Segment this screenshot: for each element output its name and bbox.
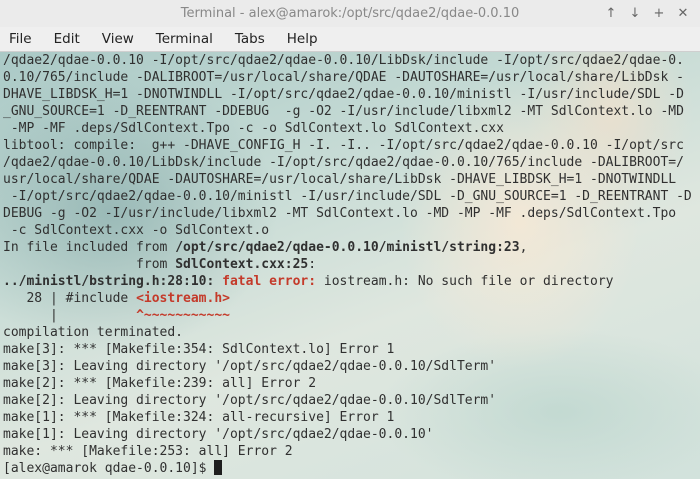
- terminal-text: _GNU_SOURCE=1 -D_REENTRANT -DDEBUG -g -O…: [3, 104, 684, 119]
- terminal-line: DEBUG -g -O2 -I/usr/include/libxml2 -MT …: [3, 205, 692, 222]
- terminal-text: |: [3, 308, 137, 323]
- terminal-output-area[interactable]: /qdae2/qdae-0.0.10 -I/opt/src/qdae2/qdae…: [0, 52, 700, 479]
- maximize-button[interactable]: +: [652, 6, 666, 21]
- terminal-text: DHAVE_LIBDSK_H=1 -DNOTWINDLL -I/opt/src/…: [3, 87, 684, 102]
- terminal-line: | ^~~~~~~~~~~~: [3, 307, 692, 324]
- terminal-text: 28 | #include: [3, 291, 137, 306]
- terminal-text: from: [3, 257, 176, 272]
- terminal-text: iostream.h: No such file or directory: [323, 274, 614, 289]
- terminal-line: make[1]: *** [Makefile:324: all-recursiv…: [3, 409, 692, 426]
- terminal-text: make[1]: Leaving directory '/opt/src/qda…: [3, 427, 434, 442]
- terminal-text: /opt/src/qdae2/qdae-0.0.10/ministl/strin…: [175, 240, 520, 255]
- terminal-line: _GNU_SOURCE=1 -D_REENTRANT -DDEBUG -g -O…: [3, 103, 692, 120]
- terminal-line: make[3]: Leaving directory '/opt/src/qda…: [3, 358, 692, 375]
- terminal-text: libtool: compile: g++ -DHAVE_CONFIG_H -I…: [3, 138, 684, 153]
- error-text: <iostream.h>: [136, 291, 230, 306]
- terminal-line: -c SdlContext.cxx -o SdlContext.o: [3, 222, 692, 239]
- terminal-text: make[3]: *** [Makefile:354: SdlContext.l…: [3, 342, 395, 357]
- terminal-text: SdlContext.cxx:25: [175, 257, 309, 272]
- terminal-text: ,: [519, 240, 528, 255]
- terminal-output: /qdae2/qdae-0.0.10 -I/opt/src/qdae2/qdae…: [3, 52, 692, 477]
- terminal-line: make[2]: Leaving directory '/opt/src/qda…: [3, 392, 692, 409]
- terminal-text: -c SdlContext.cxx -o SdlContext.o: [3, 223, 270, 238]
- window-title: Terminal - alex@amarok:/opt/src/qdae2/qd…: [180, 6, 520, 21]
- error-text: fatal error:: [222, 274, 324, 289]
- keep-above-button[interactable]: ↑: [604, 6, 618, 21]
- terminal-text: -I/opt/src/qdae2/qdae-0.0.10/ministl -I/…: [3, 189, 692, 204]
- menu-help[interactable]: Help: [276, 27, 329, 51]
- close-button[interactable]: ✕: [676, 6, 690, 21]
- terminal-text: make: *** [Makefile:253: all] Error 2: [3, 444, 293, 459]
- terminal-line: /qdae2/qdae-0.0.10/LibDsk/include -I/opt…: [3, 154, 692, 171]
- terminal-line: -MP -MF .deps/SdlContext.Tpo -c -o SdlCo…: [3, 120, 692, 137]
- terminal-text: make[2]: Leaving directory '/opt/src/qda…: [3, 393, 497, 408]
- menu-view[interactable]: View: [91, 27, 145, 51]
- terminal-window: Terminal - alex@amarok:/opt/src/qdae2/qd…: [0, 0, 700, 479]
- terminal-text: /qdae2/qdae-0.0.10 -I/opt/src/qdae2/qdae…: [3, 53, 684, 68]
- text-cursor: [214, 460, 223, 475]
- window-controls: ↑ ↓ + ✕: [604, 0, 690, 27]
- terminal-line: 28 | #include <iostream.h>: [3, 290, 692, 307]
- terminal-text: usr/local/share/QDAE -DAUTOSHARE=/usr/lo…: [3, 172, 677, 187]
- title-bar[interactable]: Terminal - alex@amarok:/opt/src/qdae2/qd…: [0, 0, 700, 28]
- error-text: ^~~~~~~~~~~~: [136, 308, 230, 323]
- terminal-text: 0.10/765/include -DALIBROOT=/usr/local/s…: [3, 70, 684, 85]
- terminal-line: make[3]: *** [Makefile:354: SdlContext.l…: [3, 341, 692, 358]
- terminal-line: ../ministl/bstring.h:28:10: fatal error:…: [3, 273, 692, 290]
- terminal-text: make[1]: *** [Makefile:324: all-recursiv…: [3, 410, 395, 425]
- terminal-line: usr/local/share/QDAE -DAUTOSHARE=/usr/lo…: [3, 171, 692, 188]
- terminal-text: [alex@amarok qdae-0.0.10]$: [3, 461, 215, 476]
- menu-bar: File Edit View Terminal Tabs Help: [0, 27, 700, 52]
- menu-terminal[interactable]: Terminal: [145, 27, 224, 51]
- terminal-line: make: *** [Makefile:253: all] Error 2: [3, 443, 692, 460]
- menu-file[interactable]: File: [0, 27, 43, 51]
- terminal-line: /qdae2/qdae-0.0.10 -I/opt/src/qdae2/qdae…: [3, 52, 692, 69]
- terminal-line: libtool: compile: g++ -DHAVE_CONFIG_H -I…: [3, 137, 692, 154]
- terminal-line: compilation terminated.: [3, 324, 692, 341]
- terminal-text: ../ministl/bstring.h:28:10:: [3, 274, 223, 289]
- terminal-text: make[3]: Leaving directory '/opt/src/qda…: [3, 359, 497, 374]
- terminal-line: from SdlContext.cxx:25:: [3, 256, 692, 273]
- keep-below-button[interactable]: ↓: [628, 6, 642, 21]
- terminal-line: 0.10/765/include -DALIBROOT=/usr/local/s…: [3, 69, 692, 86]
- terminal-text: In file included from: [3, 240, 176, 255]
- terminal-text: DEBUG -g -O2 -I/usr/include/libxml2 -MT …: [3, 206, 677, 221]
- terminal-line: make[2]: *** [Makefile:239: all] Error 2: [3, 375, 692, 392]
- terminal-text: -MP -MF .deps/SdlContext.Tpo -c -o SdlCo…: [3, 121, 504, 136]
- terminal-line: DHAVE_LIBDSK_H=1 -DNOTWINDLL -I/opt/src/…: [3, 86, 692, 103]
- terminal-line: In file included from /opt/src/qdae2/qda…: [3, 239, 692, 256]
- terminal-line: [alex@amarok qdae-0.0.10]$: [3, 460, 692, 477]
- menu-tabs[interactable]: Tabs: [224, 27, 276, 51]
- terminal-text: make[2]: *** [Makefile:239: all] Error 2: [3, 376, 317, 391]
- terminal-line: -I/opt/src/qdae2/qdae-0.0.10/ministl -I/…: [3, 188, 692, 205]
- menu-edit[interactable]: Edit: [43, 27, 91, 51]
- terminal-text: /qdae2/qdae-0.0.10/LibDsk/include -I/opt…: [3, 155, 684, 170]
- terminal-text: compilation terminated.: [3, 325, 184, 340]
- terminal-text: :: [308, 257, 317, 272]
- terminal-line: make[1]: Leaving directory '/opt/src/qda…: [3, 426, 692, 443]
